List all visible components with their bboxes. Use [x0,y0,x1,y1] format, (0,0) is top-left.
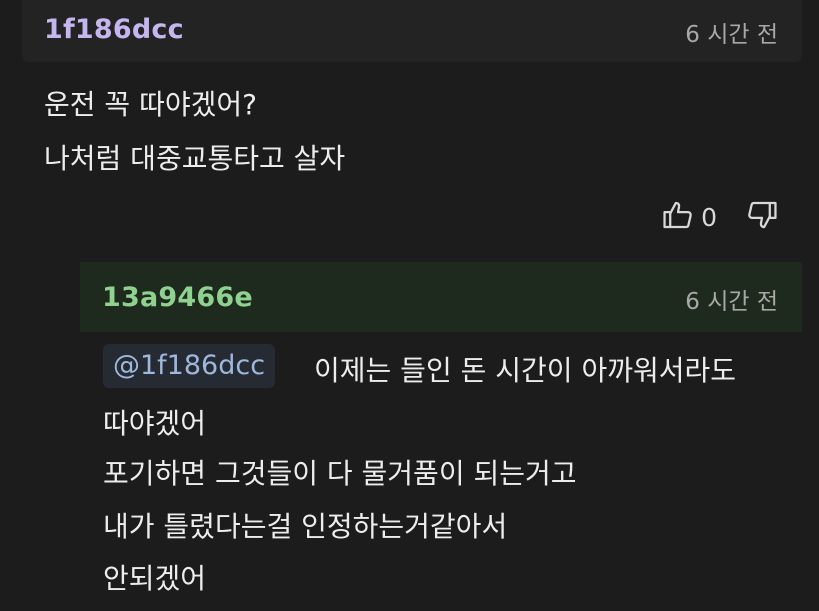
comment-timestamp: 6 시간 전 [685,22,778,48]
reply-username[interactable]: 13a9466e [102,282,253,313]
comment-text-line: 나처럼 대중교통타고 살자 [44,142,346,175]
comment-actions: 0 [661,198,779,236]
comment-header: 1f186dcc 6 시간 전 [22,0,802,62]
thumbs-down-icon [745,198,779,236]
reply-timestamp: 6 시간 전 [685,289,778,315]
reply-text-line: 안되겠어 [103,562,207,595]
like-button[interactable]: 0 [661,198,745,236]
dislike-button[interactable] [745,198,779,236]
reply-text-line: 이제는 들인 돈 시간이 아까워서라도 [314,354,737,387]
reply-text-line: 내가 틀렸다는걸 인정하는거같아서 [103,510,508,543]
reply-text-line: 포기하면 그것들이 다 물거품이 되는거고 [103,457,577,490]
like-count: 0 [701,202,717,232]
comment-username[interactable]: 1f186dcc [44,14,184,45]
reply-header: 13a9466e 6 시간 전 [80,262,802,332]
comment-text-line: 운전 꼭 따야겠어? [44,88,257,121]
reply-text-line: 따야겠어 [103,407,207,440]
mention-link[interactable]: @1f186dcc [103,344,276,388]
thumbs-up-icon [661,198,695,236]
